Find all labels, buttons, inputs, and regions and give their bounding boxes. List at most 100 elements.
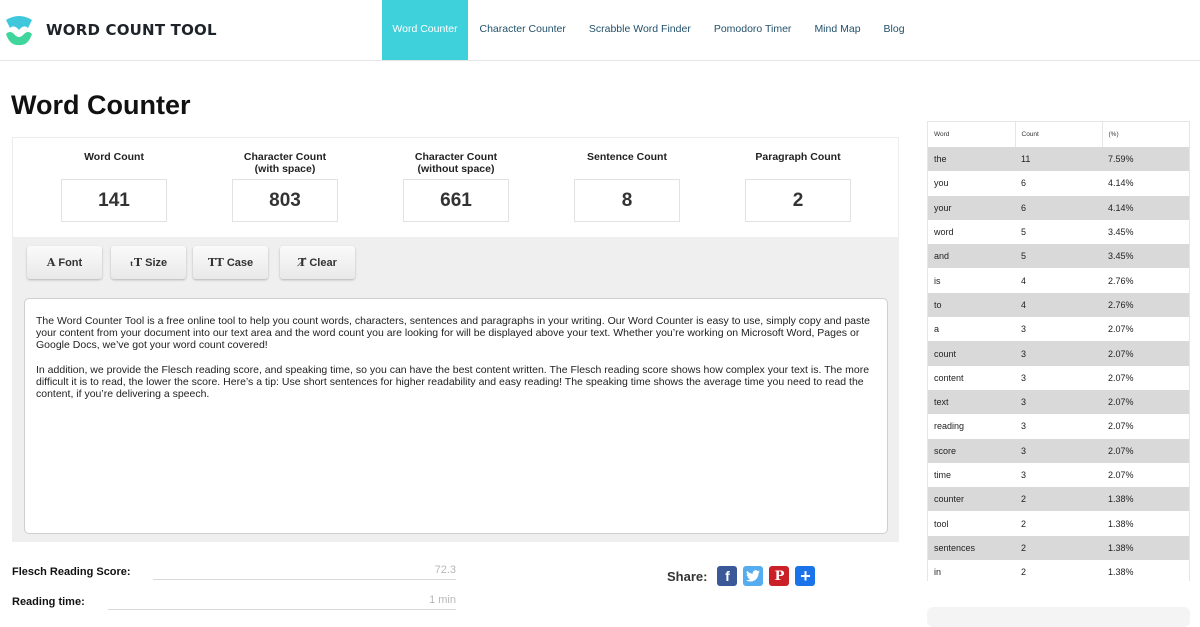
cell-percent: 1.38% [1108,567,1134,578]
table-row: in 2 1.38% [928,560,1189,581]
stats-panel: Word Count 141 Character Count (with spa… [12,137,899,237]
cell-percent: 2.07% [1108,470,1134,480]
table-row: counter 2 1.38% [928,487,1189,512]
cell-percent: 2.07% [1108,372,1134,383]
cell-word: counter [928,487,1015,512]
main-nav: Word Counter Character Counter Scrabble … [382,0,916,60]
cell-word: count [928,341,1015,366]
column-header-count[interactable]: Count [1015,122,1103,147]
nav-pomodoro-timer[interactable]: Pomodoro Timer [702,0,803,60]
clear-button-label: Clear [309,256,337,269]
font-button-label: Font [58,256,83,269]
case-button[interactable]: TT Case [193,246,268,279]
table-row: a 3 2.07% [928,317,1189,341]
table-row: time 3 2.07% [928,463,1189,487]
nav-character-counter[interactable]: Character Counter [468,0,577,60]
cell-word: tool [934,518,949,529]
cell-count: 3 [1021,421,1027,432]
table-row: content 3 2.07% [928,366,1189,390]
size-button[interactable]: ₜT Size [111,246,186,279]
pinterest-share-button[interactable]: P [769,566,790,586]
cell-count: 2 [1021,518,1027,529]
share-label: Share: [667,568,708,584]
column-header-word[interactable]: Word [928,122,1016,147]
font-button[interactable]: A Font [27,246,102,279]
cell-percent: 3.45% [1102,244,1189,269]
cell-percent: 4.14% [1108,178,1134,189]
more-share-button[interactable]: + [795,566,816,586]
font-icon: A [46,256,56,269]
cell-count: 6 [1021,178,1027,189]
cell-count: 5 [1021,227,1027,238]
cell-count: 3 [1015,438,1102,463]
cell-percent: 2.07% [1102,341,1189,366]
nav-mind-map[interactable]: Mind Map [803,0,872,60]
cell-count: 3 [1021,372,1027,383]
cell-word: time [934,470,952,480]
cell-count: 11 [1015,147,1102,172]
table-row: your 6 4.14% [928,195,1189,220]
cell-count: 3 [1021,470,1027,480]
cell-percent: 2.07% [1108,324,1134,335]
table-row: score 3 2.07% [928,438,1189,463]
table-row: you 6 4.14% [928,171,1189,195]
logo[interactable]: WORD COUNT TOOL [4,14,217,46]
stat-value: 2 [745,179,851,222]
cell-word: sentences [928,535,1015,561]
table-row: tool 2 1.38% [928,511,1189,535]
text-paragraph: In addition, we provide the Flesch readi… [36,363,872,401]
case-button-label: Case [226,256,254,269]
clear-button[interactable]: T̸ Clear [280,246,355,279]
cell-count: 3 [1015,389,1102,415]
cell-percent: 1.38% [1102,487,1189,512]
text-paragraph: The Word Counter Tool is a free online t… [36,315,873,352]
table-row: and 5 3.45% [928,244,1189,269]
share-bar: Share: f P + [667,566,816,586]
table-row: reading 3 2.07% [928,414,1189,438]
facebook-share-button[interactable]: f [717,566,738,586]
nav-scrabble-word-finder[interactable]: Scrabble Word Finder [577,0,702,60]
twitter-share-button[interactable] [743,566,764,586]
column-header-percent[interactable]: (%) [1102,122,1189,147]
table-header-row: Word Count (%) [928,122,1189,147]
table-body: the 11 7.59% you 6 4.14% your 6 4.14% word 5 3.45% a… [928,147,1189,581]
cell-word: the [928,147,1015,172]
cell-percent: 4.14% [1102,195,1189,220]
pinterest-icon: P [774,568,785,584]
table-row: the 11 7.59% [928,147,1189,172]
reading-time-label: Reading time: [12,596,85,608]
stat-label: Paragraph Count [755,151,841,163]
page-title: Word Counter [11,90,191,120]
cell-count: 6 [1015,195,1102,220]
stat-value: 661 [403,179,509,222]
nav-word-counter[interactable]: Word Counter [382,0,468,60]
twitter-icon [746,570,761,582]
cell-word: score [928,438,1015,463]
cell-count: 2 [1015,487,1102,512]
cell-word: is [934,275,941,286]
word-frequency-table: Word Count (%) the 11 7.59% you 6 4.14% your 6 4… [927,121,1190,581]
cell-percent: 3.45% [1108,227,1134,238]
site-header: WORD COUNT TOOL Word Counter Character C… [0,0,1200,61]
cell-percent: 1.38% [1102,535,1189,561]
cell-percent: 2.07% [1108,421,1134,432]
table-row: is 4 2.76% [928,268,1189,292]
table-row: count 3 2.07% [928,341,1189,366]
nav-blog[interactable]: Blog [872,0,916,60]
cell-count: 4 [1021,275,1027,286]
cell-count: 2 [1015,535,1102,561]
cell-count: 4 [1015,292,1102,318]
cell-percent: 7.59% [1102,147,1189,172]
cell-count: 3 [1015,341,1102,366]
cell-count: 2 [1021,567,1027,578]
stat-value: 8 [574,179,680,222]
cell-word: reading [934,421,965,432]
text-input-area[interactable]: The Word Counter Tool is a free online t… [24,298,888,534]
cell-percent: 2.07% [1102,438,1189,463]
stat-label: Character Count (with space) [243,151,327,175]
flesch-score-value: 72.3 [153,564,456,580]
stat-label: Character Count (without space) [414,151,498,175]
cell-word: you [934,178,949,189]
cell-percent: 1.38% [1108,518,1134,529]
stat-label: Word Count [84,151,144,163]
